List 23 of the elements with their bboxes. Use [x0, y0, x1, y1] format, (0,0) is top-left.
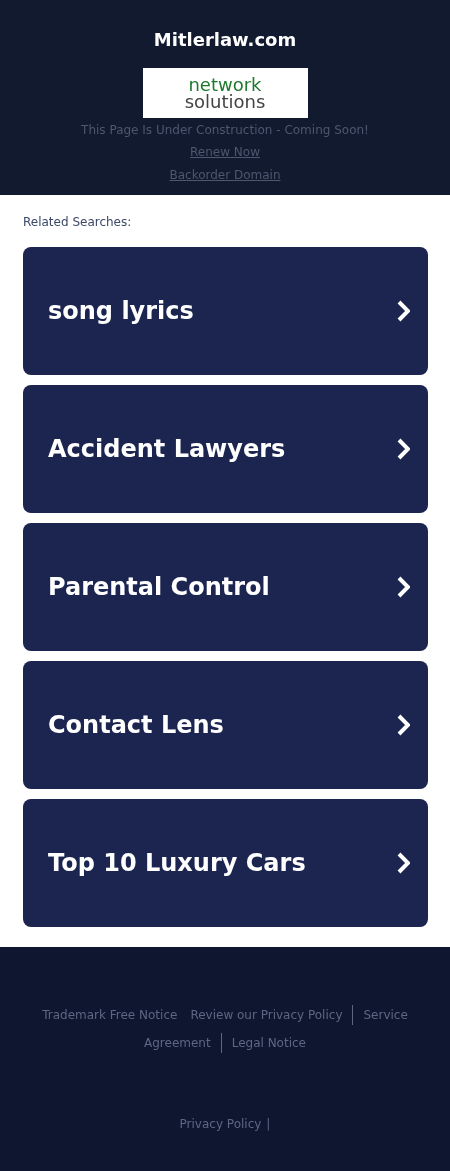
- privacy-policy-link[interactable]: Privacy Policy: [179, 1117, 262, 1131]
- footer-link[interactable]: Trademark Free Notice: [39, 1008, 181, 1022]
- logo: network solutions: [142, 68, 308, 118]
- search-link-card[interactable]: Contact Lens: [23, 661, 428, 789]
- search-link-card[interactable]: Top 10 Luxury Cars: [23, 799, 428, 927]
- header-link[interactable]: Backorder Domain: [169, 166, 281, 184]
- footer-link[interactable]: Service: [360, 1008, 411, 1022]
- search-link-card[interactable]: Parental Control: [23, 523, 428, 651]
- footer-link[interactable]: Review our Privacy Policy: [187, 1008, 346, 1022]
- search-link-card[interactable]: Accident Lawyers: [23, 385, 428, 513]
- header-link[interactable]: Renew Now: [190, 143, 260, 161]
- chevron-right-icon: [396, 714, 410, 736]
- chevron-right-icon: [396, 300, 410, 322]
- footer-link[interactable]: Agreement: [141, 1036, 214, 1050]
- section-heading: Related Searches:: [23, 215, 133, 229]
- separator-mark: |: [266, 1117, 271, 1131]
- construction-notice: This Page Is Under Construction - Coming Soon!: [81, 122, 369, 138]
- search-link-card[interactable]: song lyrics: [23, 247, 428, 375]
- chevron-right-icon: [396, 438, 410, 460]
- footer-link[interactable]: Legal Notice: [228, 1036, 309, 1050]
- chevron-right-icon: [396, 576, 410, 598]
- site-title: Mitlerlaw.com: [153, 28, 297, 52]
- chevron-right-icon: [396, 852, 410, 874]
